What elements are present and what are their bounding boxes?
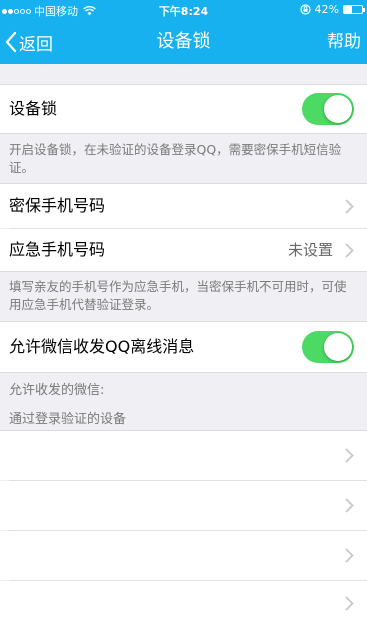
device-row[interactable] [0, 431, 367, 480]
device-lock-label: 设备锁 [9, 99, 58, 118]
divider [0, 271, 367, 272]
back-button[interactable]: 返回 [4, 20, 53, 64]
chevron-right-icon [345, 199, 354, 214]
chevron-left-icon [5, 31, 17, 53]
verified-devices-label: 通过登录验证的设备 [9, 412, 127, 427]
rotation-lock-icon [299, 4, 311, 15]
help-button[interactable]: 帮助 [327, 20, 361, 64]
chevron-right-icon [345, 498, 354, 513]
chevron-right-icon [345, 596, 354, 611]
status-bar: 中国移动 下午8:24 42% [0, 0, 367, 20]
nav-bar: 返回 设备锁 帮助 [0, 20, 367, 64]
device-lock-toggle[interactable] [302, 93, 354, 125]
emergency-phone-row[interactable]: 应急手机号码 未设置 [0, 229, 367, 271]
device-lock-description: 开启设备锁，在未验证的设备登录QQ，需要密保手机短信验证。 [9, 142, 342, 175]
wechat-sync-label: 允许微信收发QQ离线消息 [9, 337, 195, 356]
security-phone-row[interactable]: 密保手机号码 [0, 184, 367, 228]
chevron-right-icon [345, 243, 354, 258]
wechat-sync-row: 允许微信收发QQ离线消息 [0, 322, 367, 372]
chevron-right-icon [345, 548, 354, 563]
device-row[interactable] [0, 531, 367, 580]
battery-icon [343, 5, 365, 14]
device-row[interactable] [0, 481, 367, 530]
wechat-sync-toggle[interactable] [302, 331, 354, 363]
security-phone-label: 密保手机号码 [9, 196, 106, 215]
emergency-phone-label: 应急手机号码 [9, 240, 106, 259]
back-label: 返回 [19, 34, 53, 55]
device-row[interactable] [0, 581, 367, 626]
divider [0, 372, 367, 373]
toggle-knob [324, 95, 352, 123]
battery-fill [344, 6, 352, 13]
status-right: 42% [299, 3, 365, 16]
divider [0, 133, 367, 134]
device-lock-row: 设备锁 [0, 85, 367, 133]
chevron-right-icon [345, 448, 354, 463]
emergency-phone-description: 填写亲友的手机号作为应急手机，当密保手机不可用时，可使用应急手机代替验证登录。 [9, 279, 347, 312]
page-title: 设备锁 [156, 31, 211, 52]
allowed-wechat-label: 允许收发的微信: [9, 383, 105, 398]
battery-percent: 42% [314, 3, 339, 16]
toggle-knob [324, 333, 352, 361]
emergency-phone-value: 未设置 [287, 241, 333, 259]
